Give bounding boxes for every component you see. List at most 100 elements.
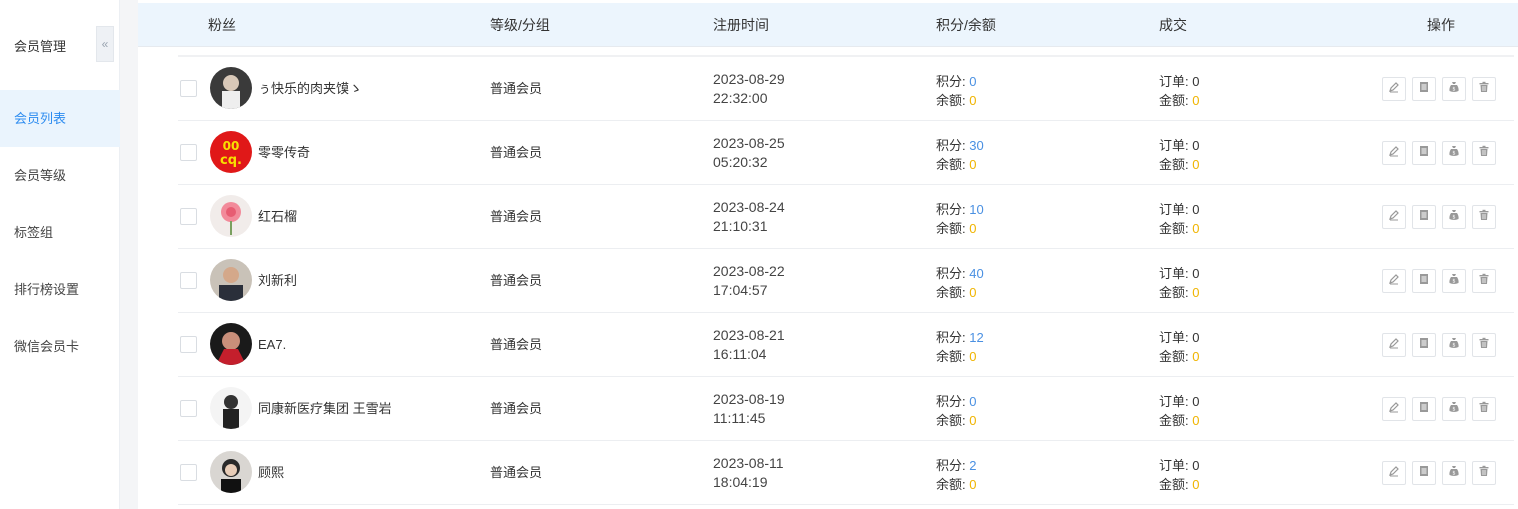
avatar	[210, 195, 252, 237]
reg-time: 2023-08-19 11:11:45	[713, 390, 785, 428]
delete-icon	[1478, 208, 1490, 226]
edit-button[interactable]	[1382, 77, 1406, 101]
member-name[interactable]: 顾熙	[258, 441, 284, 505]
delete-button[interactable]	[1472, 333, 1496, 357]
sidebar-item-member-list[interactable]: 会员列表	[0, 90, 120, 147]
points-value[interactable]: 40	[969, 266, 983, 281]
member-name[interactable]: 红石榴	[258, 185, 297, 249]
svg-text:00: 00	[223, 139, 240, 153]
edit-button[interactable]	[1382, 205, 1406, 229]
sidebar: 会员管理 « 会员列表 会员等级 标签组 排行榜设置 微信会员卡	[0, 0, 120, 509]
deal-info: 订单: 0 金额: 0	[1159, 456, 1199, 494]
member-name[interactable]: EA7.	[258, 313, 286, 377]
balance-value[interactable]: 0	[969, 93, 976, 108]
balance-value[interactable]: 0	[969, 477, 976, 492]
svg-text:$: $	[1452, 279, 1455, 285]
detail-button[interactable]	[1412, 269, 1436, 293]
edit-icon	[1388, 272, 1400, 290]
recharge-button[interactable]: $	[1442, 141, 1466, 165]
row-checkbox[interactable]	[180, 336, 197, 353]
points-label: 积分:	[936, 266, 970, 281]
detail-button[interactable]	[1412, 205, 1436, 229]
row-checkbox[interactable]	[180, 208, 197, 225]
amount-label: 金额:	[1159, 221, 1193, 236]
balance-value[interactable]: 0	[969, 349, 976, 364]
edit-button[interactable]	[1382, 141, 1406, 165]
row-checkbox[interactable]	[180, 464, 197, 481]
detail-button[interactable]	[1412, 141, 1436, 165]
detail-button[interactable]	[1412, 397, 1436, 421]
edit-button[interactable]	[1382, 397, 1406, 421]
recharge-button[interactable]: $	[1442, 269, 1466, 293]
points-value[interactable]: 2	[969, 458, 976, 473]
amount-label: 金额:	[1159, 413, 1193, 428]
member-name[interactable]: ぅ快乐的肉夹馍ゝ	[258, 57, 362, 121]
member-name[interactable]: 零零传奇	[258, 121, 310, 185]
edit-icon	[1388, 400, 1400, 418]
reg-clock: 05:20:32	[713, 154, 768, 170]
delete-button[interactable]	[1472, 77, 1496, 101]
edit-button[interactable]	[1382, 333, 1406, 357]
detail-button[interactable]	[1412, 77, 1436, 101]
balance-value[interactable]: 0	[969, 413, 976, 428]
row-checkbox[interactable]	[180, 400, 197, 417]
edit-icon	[1388, 336, 1400, 354]
orders-label: 订单:	[1159, 138, 1193, 153]
delete-button[interactable]	[1472, 397, 1496, 421]
sidebar-item-ranking-settings[interactable]: 排行榜设置	[0, 261, 120, 318]
reg-clock: 21:10:31	[713, 218, 768, 234]
points-value[interactable]: 10	[969, 202, 983, 217]
balance-value[interactable]: 0	[969, 285, 976, 300]
orders-value: 0	[1192, 330, 1200, 345]
delete-button[interactable]	[1472, 461, 1496, 485]
points-value[interactable]: 0	[969, 394, 976, 409]
orders-value: 0	[1192, 138, 1200, 153]
recharge-button[interactable]: $	[1442, 77, 1466, 101]
recharge-button[interactable]: $	[1442, 333, 1466, 357]
avatar: 00 cq.	[210, 131, 252, 173]
money-bag-icon: $	[1448, 144, 1460, 162]
member-name[interactable]: 刘新利	[258, 249, 297, 313]
points-value[interactable]: 12	[969, 330, 983, 345]
sidebar-item-wechat-card[interactable]: 微信会员卡	[0, 318, 120, 375]
recharge-button[interactable]: $	[1442, 461, 1466, 485]
svg-text:cq.: cq.	[220, 153, 242, 168]
balance-label: 余额:	[936, 93, 970, 108]
orders-value: 0	[1192, 458, 1200, 473]
member-name[interactable]: 同康新医疗集团 王雪岩	[258, 377, 392, 441]
row-checkbox[interactable]	[180, 144, 197, 161]
points-label: 积分:	[936, 74, 970, 89]
member-level: 普通会员	[490, 273, 543, 288]
delete-button[interactable]	[1472, 269, 1496, 293]
delete-button[interactable]	[1472, 205, 1496, 229]
table-row: 刘新利 普通会员 2023-08-22 17:04:57 积分: 40 余额: 0 订单: …	[178, 249, 1514, 313]
reg-date: 2023-08-22	[713, 263, 785, 279]
points-label: 积分:	[936, 202, 970, 217]
balance-label: 余额:	[936, 413, 970, 428]
edit-button[interactable]	[1382, 461, 1406, 485]
points-value[interactable]: 0	[969, 74, 976, 89]
row-checkbox[interactable]	[180, 272, 197, 289]
reg-clock: 11:11:45	[713, 410, 766, 426]
edit-button[interactable]	[1382, 269, 1406, 293]
reg-clock: 17:04:57	[713, 282, 768, 298]
row-checkbox[interactable]	[180, 80, 197, 97]
balance-value[interactable]: 0	[969, 157, 976, 172]
balance-value[interactable]: 0	[969, 221, 976, 236]
delete-button[interactable]	[1472, 141, 1496, 165]
detail-button[interactable]	[1412, 461, 1436, 485]
detail-button[interactable]	[1412, 333, 1436, 357]
orders-value: 0	[1192, 266, 1200, 281]
collapse-sidebar-button[interactable]: «	[96, 26, 114, 62]
reg-time: 2023-08-25 05:20:32	[713, 134, 785, 172]
edit-icon	[1388, 464, 1400, 482]
recharge-button[interactable]: $	[1442, 397, 1466, 421]
points-value[interactable]: 30	[969, 138, 983, 153]
recharge-button[interactable]: $	[1442, 205, 1466, 229]
reg-time: 2023-08-21 16:11:04	[713, 326, 785, 364]
member-level: 普通会员	[490, 81, 543, 96]
sidebar-item-member-level[interactable]: 会员等级	[0, 147, 120, 204]
reg-date: 2023-08-21	[713, 327, 785, 343]
sidebar-menu: 会员列表 会员等级 标签组 排行榜设置 微信会员卡	[0, 90, 120, 375]
sidebar-item-tag-group[interactable]: 标签组	[0, 204, 120, 261]
